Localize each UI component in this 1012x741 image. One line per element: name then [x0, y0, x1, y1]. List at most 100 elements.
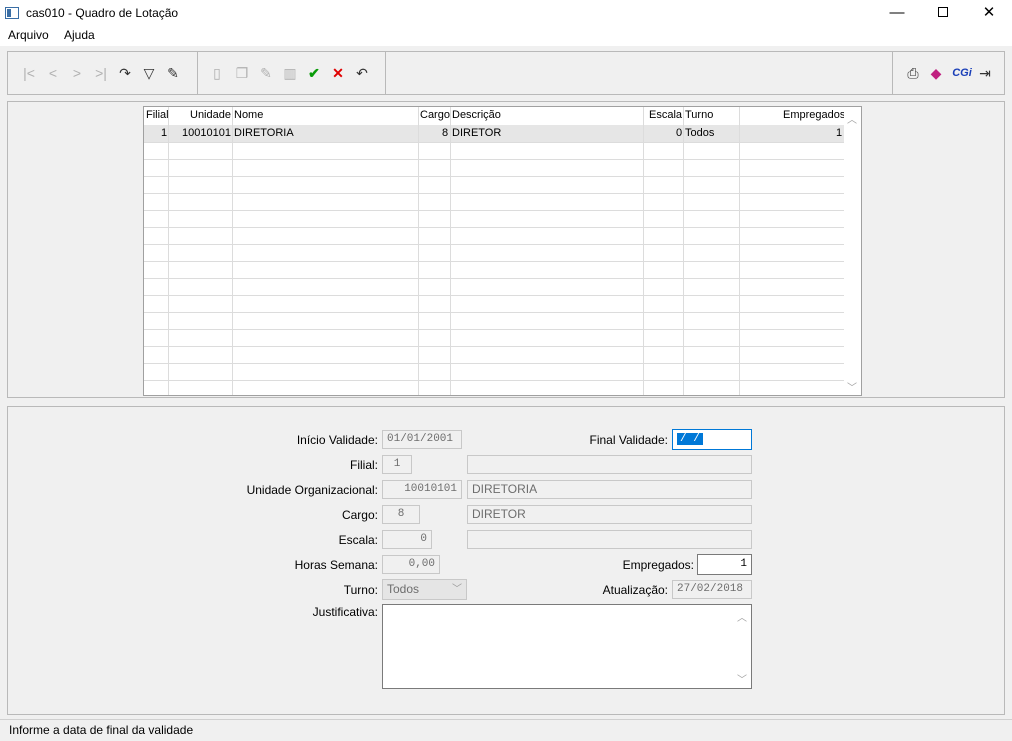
- unidade-organizacional-label: Unidade Organizacional:: [246, 483, 378, 497]
- confirm-icon: ✔: [308, 65, 320, 81]
- print-icon: ⎙: [907, 65, 919, 81]
- first-icon: |<: [23, 65, 35, 81]
- next-icon: >: [72, 65, 82, 81]
- print-button[interactable]: ⎙: [904, 64, 922, 82]
- status-text: Informe a data de final da validade: [9, 723, 194, 737]
- inicio-validade-label: Início Validade:: [296, 433, 378, 447]
- inicio-validade-field[interactable]: 01/01/2001: [382, 430, 462, 449]
- last-icon: >|: [95, 65, 107, 81]
- column-header-turno[interactable]: Turno: [685, 109, 713, 121]
- refresh-button[interactable]: ↷: [116, 64, 134, 82]
- edit-icon: ✎: [260, 65, 272, 81]
- horas-semana-label: Horas Semana:: [294, 558, 378, 572]
- maximize-icon: [938, 7, 948, 17]
- column-header-descricao[interactable]: Descrição: [452, 109, 501, 121]
- cargo-description-field: DIRETOR: [467, 505, 752, 524]
- column-header-unidade[interactable]: Unidade: [190, 109, 231, 121]
- final-validade-value: / /: [677, 433, 703, 445]
- edit-button[interactable]: ✎: [257, 64, 275, 82]
- grid-vertical-scrollbar[interactable]: ︿ ﹀: [844, 107, 861, 395]
- help-book-button[interactable]: ◆: [927, 64, 945, 82]
- filial-label: Filial:: [349, 458, 378, 472]
- cgi-button[interactable]: CGi: [950, 64, 974, 82]
- exit-button[interactable]: ⇥: [976, 64, 994, 82]
- final-validade-field[interactable]: / /: [672, 429, 752, 450]
- filial-field[interactable]: 1: [382, 455, 412, 474]
- last-record-button[interactable]: >|: [92, 64, 110, 82]
- cargo-label: Cargo:: [341, 508, 378, 522]
- delete-button[interactable]: ▥: [281, 64, 299, 82]
- table-cell-turno[interactable]: Todos: [685, 127, 714, 139]
- search-button[interactable]: ✎: [164, 64, 182, 82]
- menu-bar: Arquivo Ajuda: [0, 26, 1012, 46]
- copy-icon: ❐: [235, 65, 249, 81]
- cargo-field[interactable]: 8: [382, 505, 420, 524]
- lotacao-grid[interactable]: Filial Unidade Nome Cargo Descrição Esca…: [143, 106, 862, 396]
- undo-icon: ↶: [356, 65, 368, 81]
- previous-record-button[interactable]: <: [44, 64, 62, 82]
- column-header-cargo[interactable]: Cargo: [420, 109, 450, 121]
- delete-icon: ▥: [283, 65, 297, 81]
- nav-toolbar-group: |< < > >| ↷ ▽ ✎: [8, 52, 198, 94]
- book-icon: ◆: [930, 65, 942, 81]
- turno-select[interactable]: Todos ﹀: [382, 579, 467, 600]
- first-record-button[interactable]: |<: [20, 64, 38, 82]
- atualizacao-field: 27/02/2018: [672, 580, 752, 599]
- justificativa-label: Justificativa:: [312, 605, 378, 619]
- cancel-icon: ✕: [332, 65, 344, 81]
- table-cell-unidade[interactable]: 10010101: [182, 127, 231, 139]
- turno-selected-value: Todos: [387, 582, 420, 596]
- filial-description-field: [467, 455, 752, 474]
- undo-button[interactable]: ↶: [353, 64, 371, 82]
- table-cell-escala[interactable]: 0: [676, 127, 682, 139]
- final-validade-label: Final Validade:: [589, 433, 669, 447]
- horas-semana-field[interactable]: 0,00: [382, 555, 440, 574]
- toolbar: |< < > >| ↷ ▽ ✎ ▯ ❐ ✎ ▥ ✔ ✕ ↶ ⎙ ◆ CGi ⇥: [7, 51, 1005, 95]
- menu-arquivo[interactable]: Arquivo: [8, 28, 49, 42]
- exit-icon: ⇥: [979, 65, 991, 81]
- edit-toolbar-group: ▯ ❐ ✎ ▥ ✔ ✕ ↶: [198, 52, 386, 94]
- justificativa-textarea[interactable]: ︿ ﹀: [382, 604, 752, 689]
- escala-field[interactable]: 0: [382, 530, 432, 549]
- minimize-button[interactable]: —: [874, 0, 920, 26]
- title-bar: cas010 - Quadro de Lotação — ✕: [0, 0, 1012, 26]
- new-icon: ▯: [213, 65, 221, 81]
- right-toolbar-group: ⎙ ◆ CGi ⇥: [892, 52, 1004, 94]
- empregados-label: Empregados:: [622, 558, 694, 572]
- copy-button[interactable]: ❐: [233, 64, 251, 82]
- window-title: cas010 - Quadro de Lotação: [26, 6, 179, 20]
- chevron-down-icon: ﹀: [452, 584, 462, 595]
- unidade-organizacional-field[interactable]: 10010101: [382, 480, 462, 499]
- textarea-scroll-up-icon[interactable]: ︿: [737, 609, 747, 624]
- grid-panel: Filial Unidade Nome Cargo Descrição Esca…: [7, 101, 1005, 398]
- refresh-icon: ↷: [119, 65, 131, 81]
- filter-button[interactable]: ▽: [140, 64, 158, 82]
- scroll-up-icon[interactable]: ︿: [847, 111, 857, 126]
- table-cell-cargo[interactable]: 8: [442, 127, 448, 139]
- table-cell-nome[interactable]: DIRETORIA: [234, 127, 294, 139]
- column-header-escala[interactable]: Escala: [649, 109, 682, 121]
- escala-description-field: [467, 530, 752, 549]
- column-header-empregados[interactable]: Empregados: [783, 109, 845, 121]
- maximize-button[interactable]: [920, 0, 966, 26]
- menu-ajuda[interactable]: Ajuda: [64, 28, 95, 42]
- textarea-scroll-down-icon[interactable]: ﹀: [737, 671, 747, 686]
- cgi-icon: CGi: [952, 67, 972, 79]
- grid-lines: [144, 107, 845, 395]
- unidade-description-field: DIRETORIA: [467, 480, 752, 499]
- column-header-nome[interactable]: Nome: [234, 109, 263, 121]
- cancel-button[interactable]: ✕: [329, 64, 347, 82]
- scroll-down-icon[interactable]: ﹀: [847, 379, 857, 394]
- filter-icon: ▽: [143, 65, 155, 81]
- column-header-filial[interactable]: Filial: [146, 109, 169, 121]
- close-button[interactable]: ✕: [966, 0, 1012, 26]
- confirm-button[interactable]: ✔: [305, 64, 323, 82]
- table-cell-descricao[interactable]: DIRETOR: [452, 127, 501, 139]
- table-cell-empregados[interactable]: 1: [836, 127, 842, 139]
- table-cell-filial[interactable]: 1: [161, 127, 167, 139]
- app-icon: [5, 7, 19, 19]
- new-button[interactable]: ▯: [208, 64, 226, 82]
- next-record-button[interactable]: >: [68, 64, 86, 82]
- form-panel: Início Validade: 01/01/2001 Final Valida…: [7, 406, 1005, 715]
- empregados-field[interactable]: 1: [697, 554, 752, 575]
